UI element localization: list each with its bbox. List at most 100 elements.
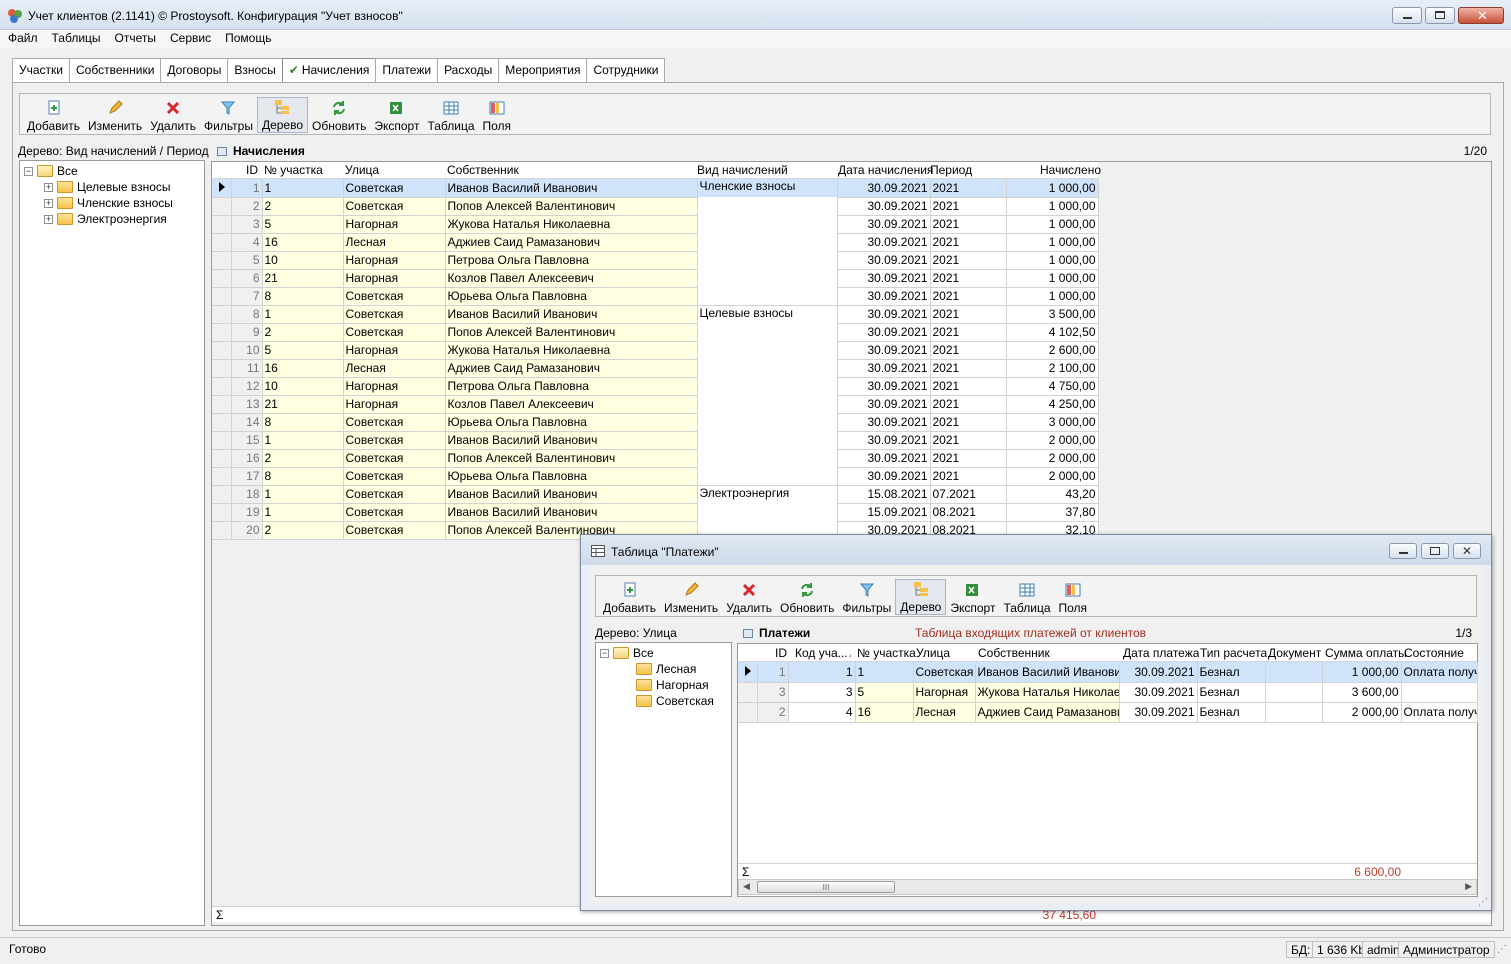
- cell-plot[interactable]: 1: [262, 503, 344, 522]
- cell-amount[interactable]: 2 600,00: [1006, 341, 1099, 360]
- pcol-owner[interactable]: Собственник: [978, 645, 1050, 662]
- cell-id[interactable]: 8: [231, 305, 263, 324]
- cell-owner[interactable]: Попов Алексей Валентинович: [445, 449, 698, 468]
- cell-period[interactable]: 2021: [930, 341, 1007, 360]
- table-row[interactable]: 2 4 16 Лесная Аджиев Саид Рамазанович 30.09.2…: [738, 702, 1478, 723]
- cell-date[interactable]: 30.09.2021: [837, 467, 931, 486]
- menu-help[interactable]: Помощь: [219, 30, 277, 47]
- fields-button[interactable]: Поля: [479, 97, 516, 133]
- tab-charges[interactable]: ✔ Начисления: [281, 58, 377, 82]
- payments-close-button[interactable]: ✕: [1453, 543, 1481, 559]
- cell-street[interactable]: Нагорная: [343, 377, 446, 396]
- cell-code[interactable]: 3: [788, 682, 856, 703]
- payments-add-button[interactable]: Добавить: [599, 579, 660, 615]
- cell-date[interactable]: 30.09.2021: [837, 179, 931, 198]
- cell-amount[interactable]: 1 000,00: [1006, 269, 1099, 288]
- cell-date[interactable]: 15.08.2021: [837, 485, 931, 504]
- pcol-type[interactable]: Тип расчета: [1200, 645, 1267, 662]
- cell-owner[interactable]: Жукова Наталья Николаев: [975, 682, 1120, 703]
- table-row[interactable]: 14 8 Советская Юрьева Ольга Павловна 30.09.2…: [212, 413, 1099, 432]
- cell-amount[interactable]: 1 000,00: [1006, 251, 1099, 270]
- cell-date[interactable]: 30.09.2021: [837, 215, 931, 234]
- cell-plot[interactable]: 8: [262, 287, 344, 306]
- cell-owner[interactable]: Аджиев Саид Рамазанович: [445, 359, 698, 378]
- tab-employees[interactable]: Сотрудники: [586, 58, 666, 82]
- tab-contracts[interactable]: Договоры: [160, 58, 229, 82]
- table-row[interactable]: 16 2 Советская Попов Алексей Валентинович 30…: [212, 449, 1099, 468]
- col-plot[interactable]: № участка: [264, 162, 323, 179]
- maximize-button[interactable]: [1425, 7, 1455, 24]
- cell-kind[interactable]: [697, 197, 838, 215]
- add-button[interactable]: Добавить: [23, 97, 84, 133]
- cell-owner[interactable]: Петрова Ольга Павловна: [445, 251, 698, 270]
- tab-owners[interactable]: Собственники: [69, 58, 162, 82]
- cell-street[interactable]: Лесная: [913, 702, 976, 723]
- cell-date[interactable]: 30.09.2021: [1119, 662, 1198, 683]
- scroll-thumb[interactable]: III: [757, 881, 895, 893]
- cell-kind[interactable]: [697, 215, 838, 233]
- cell-kind[interactable]: Членские взносы: [697, 179, 838, 197]
- cell-id[interactable]: 12: [231, 377, 263, 396]
- minimize-button[interactable]: [1392, 7, 1422, 24]
- cell-sum[interactable]: 2 000,00: [1322, 702, 1402, 723]
- cell-kind[interactable]: [697, 233, 838, 251]
- cell-amount[interactable]: 37,80: [1006, 503, 1099, 522]
- cell-street[interactable]: Лесная: [343, 359, 446, 378]
- cell-date[interactable]: 30.09.2021: [837, 449, 931, 468]
- table-row[interactable]: 9 2 Советская Попов Алексей Валентинович 30.…: [212, 323, 1099, 342]
- cell-period[interactable]: 2021: [930, 197, 1007, 216]
- col-period[interactable]: Период: [930, 162, 972, 179]
- table-row[interactable]: 18 1 Советская Иванов Василий Иванович Элект…: [212, 485, 1099, 504]
- cell-street[interactable]: Советская: [343, 449, 446, 468]
- cell-owner[interactable]: Козлов Павел Алексеевич: [445, 269, 698, 288]
- payments-filters-button[interactable]: Фильтры: [838, 579, 895, 615]
- cell-kind[interactable]: [697, 323, 838, 341]
- cell-plot[interactable]: 8: [262, 413, 344, 432]
- cell-amount[interactable]: 1 000,00: [1006, 179, 1099, 198]
- payments-minimize-button[interactable]: [1389, 543, 1417, 559]
- cell-id[interactable]: 3: [757, 682, 789, 703]
- pcol-doc[interactable]: Документ: [1268, 645, 1321, 662]
- cell-state[interactable]: Оплата получе: [1401, 662, 1478, 683]
- cell-street[interactable]: Советская: [343, 197, 446, 216]
- cell-id[interactable]: 1: [757, 662, 789, 683]
- cell-id[interactable]: 14: [231, 413, 263, 432]
- cell-id[interactable]: 15: [231, 431, 263, 450]
- payments-horizontal-scrollbar[interactable]: ◀ III ▶: [738, 879, 1477, 895]
- cell-plot[interactable]: 2: [262, 521, 344, 540]
- cell-street[interactable]: Нагорная: [913, 682, 976, 703]
- cell-period[interactable]: 2021: [930, 305, 1007, 324]
- cell-period[interactable]: 2021: [930, 431, 1007, 450]
- cell-period[interactable]: 2021: [930, 179, 1007, 198]
- cell-amount[interactable]: 43,20: [1006, 485, 1099, 504]
- cell-id[interactable]: 6: [231, 269, 263, 288]
- cell-amount[interactable]: 1 000,00: [1006, 215, 1099, 234]
- col-street[interactable]: Улица: [345, 162, 379, 179]
- cell-plot[interactable]: 5: [262, 341, 344, 360]
- cell-period[interactable]: 2021: [930, 359, 1007, 378]
- table-row[interactable]: 4 16 Лесная Аджиев Саид Рамазанович 30.09.20…: [212, 233, 1099, 252]
- cell-plot[interactable]: 21: [262, 395, 344, 414]
- cell-date[interactable]: 30.09.2021: [837, 341, 931, 360]
- cell-id[interactable]: 2: [757, 702, 789, 723]
- table-row[interactable]: 15 1 Советская Иванов Василий Иванович 30.09…: [212, 431, 1099, 450]
- filters-button[interactable]: Фильтры: [200, 97, 257, 133]
- table-row[interactable]: 17 8 Советская Юрьева Ольга Павловна 30.09.2…: [212, 467, 1099, 486]
- tree-node-member-fees[interactable]: + Членские взносы: [44, 195, 173, 211]
- cell-id[interactable]: 3: [231, 215, 263, 234]
- cell-owner[interactable]: Иванов Василий Иванович: [445, 485, 698, 504]
- table-row[interactable]: 13 21 Нагорная Козлов Павел Алексеевич 30.09…: [212, 395, 1099, 414]
- pcol-state[interactable]: Состояние: [1404, 645, 1464, 662]
- cell-date[interactable]: 30.09.2021: [837, 413, 931, 432]
- cell-date[interactable]: 30.09.2021: [837, 323, 931, 342]
- col-amount[interactable]: Начислено: [1040, 162, 1101, 179]
- menu-file[interactable]: Файл: [2, 30, 44, 47]
- cell-kind[interactable]: [697, 359, 838, 377]
- cell-street[interactable]: Советская: [343, 305, 446, 324]
- cell-owner[interactable]: Аджиев Саид Рамазанович: [445, 233, 698, 252]
- cell-amount[interactable]: 4 750,00: [1006, 377, 1099, 396]
- cell-owner[interactable]: Юрьева Ольга Павловна: [445, 287, 698, 306]
- cell-plot[interactable]: 10: [262, 377, 344, 396]
- table-row[interactable]: 6 21 Нагорная Козлов Павел Алексеевич 30.09.…: [212, 269, 1099, 288]
- payments-refresh-button[interactable]: Обновить: [776, 579, 838, 615]
